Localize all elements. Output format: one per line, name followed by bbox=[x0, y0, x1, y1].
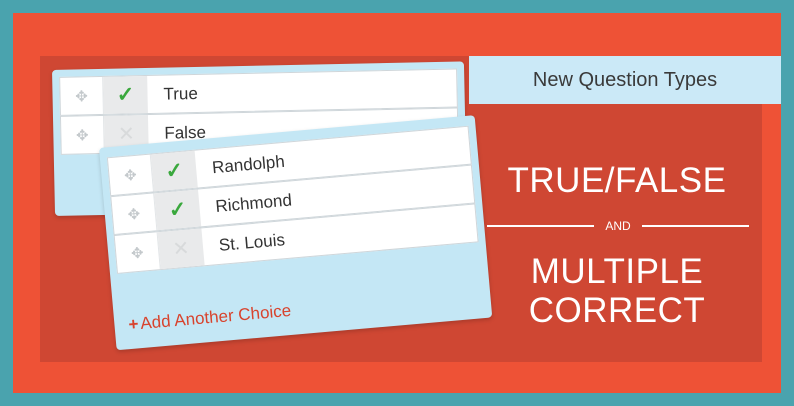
divider-line bbox=[487, 225, 595, 227]
choice-label: Richmond bbox=[214, 189, 293, 216]
drag-handle-icon[interactable]: ✥ bbox=[60, 76, 104, 115]
and-label: AND bbox=[605, 219, 631, 233]
headline-multiple: MULTIPLE bbox=[530, 252, 704, 291]
checkmark-icon[interactable]: ✓ bbox=[154, 189, 202, 231]
choice-label: Randolph bbox=[211, 151, 286, 177]
and-divider: AND bbox=[487, 216, 749, 236]
choice-label: St. Louis bbox=[218, 229, 286, 255]
headline-multiple-correct: MULTIPLE CORRECT bbox=[486, 252, 748, 330]
checkmark-icon[interactable]: ✓ bbox=[103, 76, 148, 114]
checkmark-icon[interactable]: ✓ bbox=[150, 150, 198, 192]
new-question-types-tag: New Question Types bbox=[469, 56, 781, 104]
add-another-choice-link[interactable]: +Add Another Choice bbox=[128, 301, 292, 335]
drag-handle-icon[interactable]: ✥ bbox=[114, 232, 161, 273]
drag-handle-icon[interactable]: ✥ bbox=[107, 154, 154, 196]
add-choice-label: Add Another Choice bbox=[139, 300, 292, 334]
multiple-correct-card: ✥ ✓ Randolph ✥ ✓ Richmond ✥ ✕ St. Louis … bbox=[99, 115, 493, 351]
plus-icon: + bbox=[127, 314, 140, 335]
x-icon[interactable]: ✕ bbox=[157, 228, 205, 270]
headline-true-false: TRUE/FALSE bbox=[507, 161, 727, 200]
choice-label: True bbox=[163, 83, 199, 104]
divider-line bbox=[641, 225, 749, 227]
headline-correct: CORRECT bbox=[528, 291, 706, 330]
drag-handle-icon[interactable]: ✥ bbox=[111, 193, 158, 234]
drag-handle-icon[interactable]: ✥ bbox=[60, 115, 105, 154]
